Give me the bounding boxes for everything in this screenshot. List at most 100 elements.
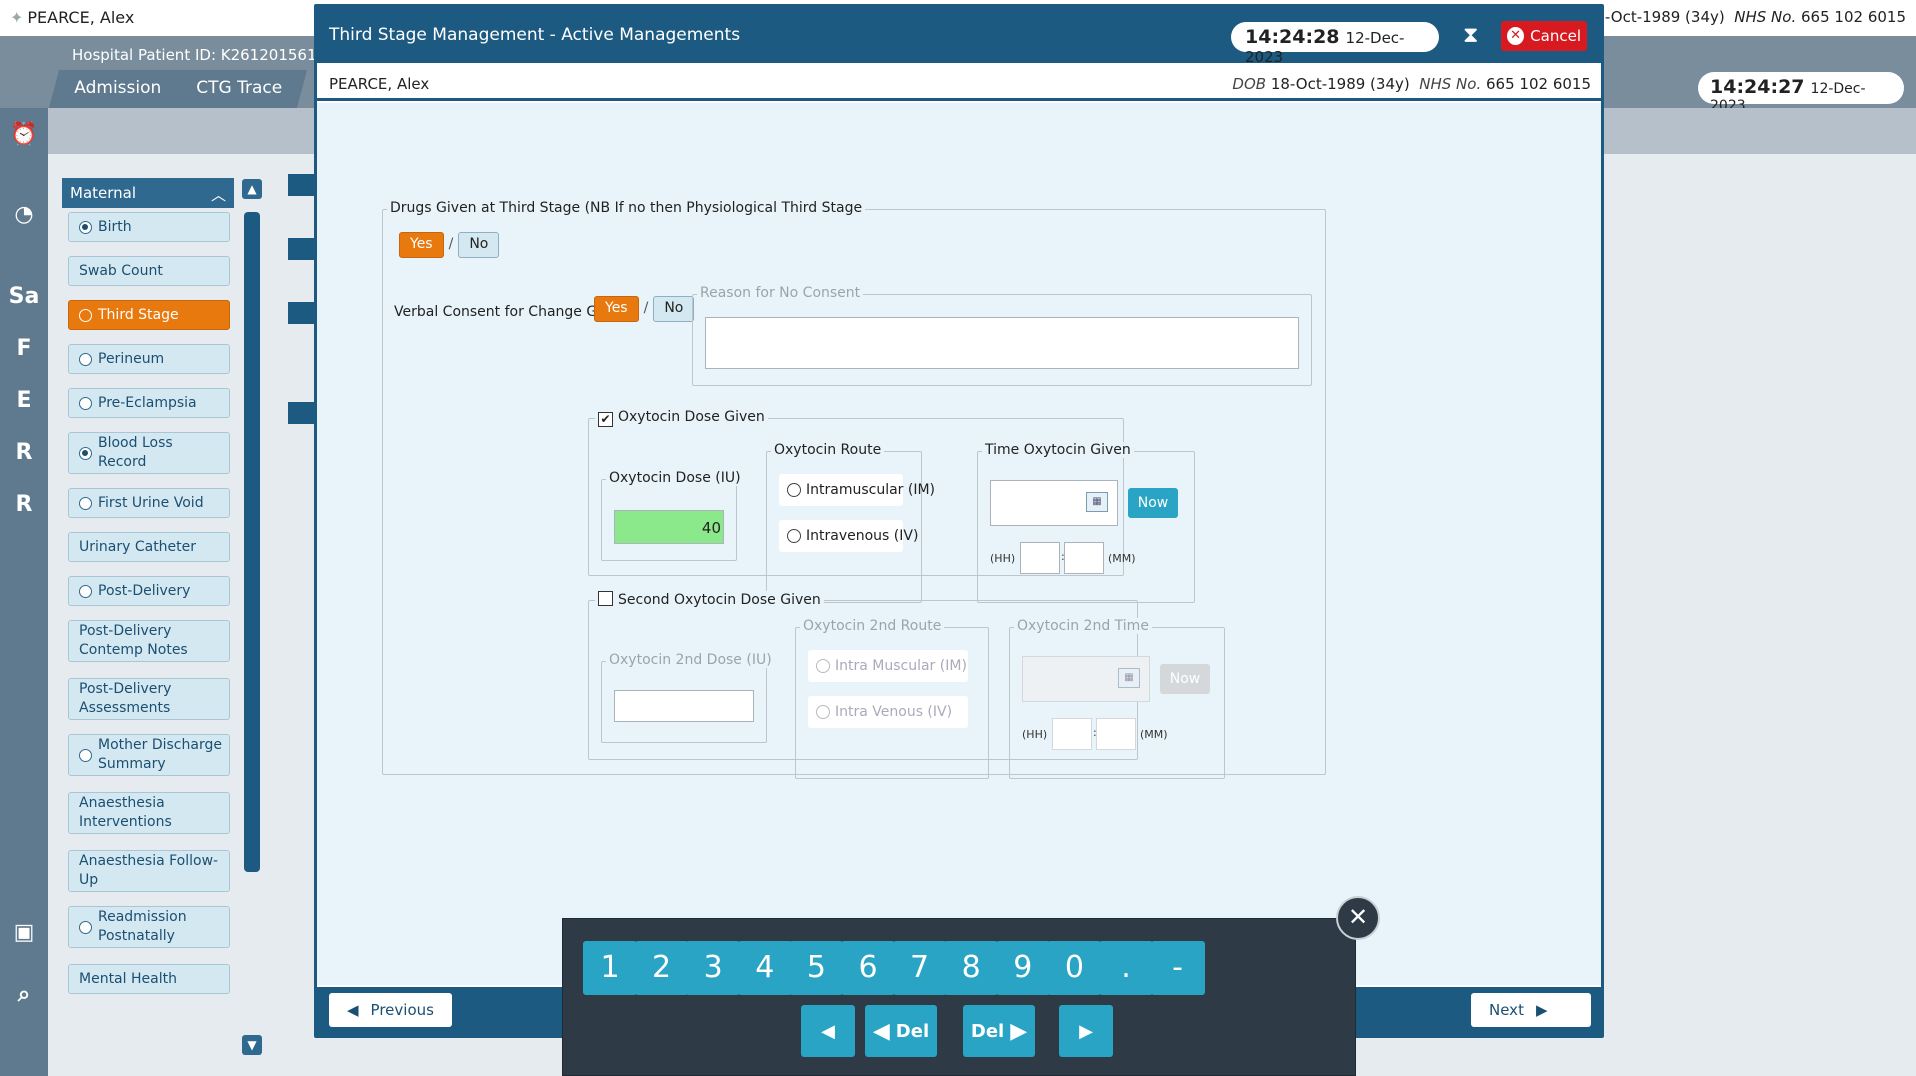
radio-2nd-iv[interactable]	[816, 705, 830, 719]
oxy-dose-input[interactable]: 40	[614, 510, 724, 544]
arrow-left-icon: ◀	[821, 1020, 835, 1042]
second-route-iv-option[interactable]: Intra Venous (IV)	[808, 696, 968, 728]
sidebar-header[interactable]: Maternal ︿	[62, 178, 234, 208]
reason-input[interactable]	[705, 317, 1299, 369]
cursor-right-key[interactable]: ▶	[1059, 1005, 1113, 1057]
oxy-minute-input[interactable]	[1064, 542, 1104, 574]
radio-2nd-im[interactable]	[816, 659, 830, 673]
key-9[interactable]: 9	[995, 941, 1050, 995]
delete-left-key[interactable]: ◀ Del	[865, 1005, 937, 1057]
sidebar-item-label: Third Stage	[98, 306, 179, 323]
rail-r1[interactable]: R	[0, 440, 48, 465]
key-4[interactable]: 4	[737, 941, 792, 995]
chevron-up-icon[interactable]: ︿	[211, 184, 226, 204]
sidebar-item-mother-discharge-summary[interactable]: Mother Discharge Summary	[68, 734, 230, 776]
sidebar-item-blood-loss-record[interactable]: Blood Loss Record	[68, 432, 230, 474]
previous-button[interactable]: ◀ Previous	[329, 993, 452, 1027]
second-oxytocin-checkbox[interactable]	[598, 591, 613, 606]
sidebar-item-anaesthesia-interventions[interactable]: Anaesthesia Interventions	[68, 792, 230, 834]
second-time-legend: Oxytocin 2nd Time	[1014, 618, 1152, 634]
scroll-down-button[interactable]: ▼	[242, 1035, 262, 1055]
oxytocin-checkbox[interactable]: ✔	[598, 412, 613, 427]
keypad-close-button[interactable]: ✕	[1336, 896, 1380, 940]
oxy-now-button[interactable]: Now	[1128, 488, 1178, 518]
modal-demographics: DOB 18-Oct-1989 (34y) NHS No. 665 102 60…	[1232, 75, 1591, 93]
scroll-up-button[interactable]: ▲	[242, 179, 262, 199]
modal-patient-name: PEARCE, Alex	[329, 75, 430, 93]
key-7[interactable]: 7	[892, 941, 947, 995]
key-5[interactable]: 5	[789, 941, 844, 995]
second-route-fieldset: Oxytocin 2nd Route Intra Muscular (IM) I…	[795, 618, 989, 779]
sidebar-item-post-delivery-contemp-notes[interactable]: Post-Delivery Contemp Notes	[68, 620, 230, 662]
key-6[interactable]: 6	[841, 941, 895, 995]
radio-im[interactable]	[787, 483, 801, 497]
close-icon: ✕	[1507, 27, 1525, 45]
oxy-hour-input[interactable]	[1020, 542, 1060, 574]
calendar-icon[interactable]: ▦	[1118, 668, 1140, 688]
key-0[interactable]: 0	[1047, 941, 1102, 995]
monitor-icon[interactable]: ▣	[0, 920, 48, 945]
tab-admission[interactable]: Admission	[48, 70, 187, 108]
second-time-fieldset: Oxytocin 2nd Time ▦ Now (HH) : (MM)	[1009, 618, 1225, 779]
second-dose-input[interactable]	[614, 690, 754, 722]
tab-ctg-trace[interactable]: CTG Trace	[170, 70, 308, 108]
second-minute-input[interactable]	[1096, 718, 1136, 750]
search-icon[interactable]: ⌕	[0, 982, 48, 1007]
status-radio	[79, 748, 92, 762]
key-dot[interactable]: .	[1099, 941, 1153, 995]
second-oxytocin-fieldset: Second Oxytocin Dose Given Oxytocin 2nd …	[588, 591, 1225, 779]
sidebar-item-perineum[interactable]: Perineum	[68, 344, 230, 374]
key-3[interactable]: 3	[686, 941, 741, 995]
second-route-im-option[interactable]: Intra Muscular (IM)	[808, 650, 968, 682]
key-minus[interactable]: -	[1150, 941, 1205, 995]
cursor-left-key[interactable]: ◀	[801, 1005, 855, 1057]
next-button[interactable]: Next ▶	[1471, 993, 1591, 1027]
dashboard-icon[interactable]: ◔	[0, 202, 48, 227]
delete-right-key[interactable]: Del ▶	[963, 1005, 1035, 1057]
sidebar-scrollbar[interactable]	[244, 212, 260, 872]
oxy-route-iv-option[interactable]: Intravenous (IV)	[779, 520, 918, 552]
rail-r2[interactable]: R	[0, 492, 48, 517]
patient-name: PEARCE, Alex	[27, 8, 135, 27]
drugs-no-button[interactable]: No	[458, 232, 500, 258]
arrow-right-icon: ▶	[1079, 1020, 1093, 1042]
oxy-route-im-option[interactable]: Intramuscular (IM)	[779, 474, 935, 506]
consent-yes-button[interactable]: Yes	[594, 296, 639, 322]
sidebar-item-post-delivery[interactable]: Post-Delivery	[68, 576, 230, 606]
key-1[interactable]: 1	[583, 941, 637, 995]
status-radio	[79, 584, 92, 598]
filter-icon[interactable]: ⧗	[1463, 23, 1478, 48]
consent-no-button[interactable]: No	[653, 296, 695, 322]
sidebar-item-birth[interactable]: Birth	[68, 212, 230, 242]
sidebar-item-pre-eclampsia[interactable]: Pre-Eclampsia	[68, 388, 230, 418]
sidebar-item-urinary-catheter[interactable]: Urinary Catheter	[68, 532, 230, 562]
second-now-button[interactable]: Now	[1160, 664, 1210, 694]
oxy-route-fieldset: Oxytocin Route Intramuscular (IM) Intrav…	[766, 442, 935, 603]
calendar-icon[interactable]: ▦	[1086, 492, 1108, 512]
modal-patient-bar: PEARCE, Alex DOB 18-Oct-1989 (34y) NHS N…	[317, 67, 1601, 101]
rail-f[interactable]: F	[0, 336, 48, 361]
key-8[interactable]: 8	[944, 941, 999, 995]
sidebar-item-label: Perineum	[98, 350, 165, 367]
status-radio	[79, 396, 92, 410]
sidebar-item-label: Anaesthesia Follow-Up	[79, 853, 219, 888]
second-dose-fieldset: Oxytocin 2nd Dose (IU)	[601, 652, 775, 743]
key-2[interactable]: 2	[634, 941, 689, 995]
cancel-button[interactable]: ✕ Cancel	[1501, 21, 1587, 51]
alarm-clock-icon[interactable]: ⏰	[0, 122, 48, 147]
rail-e[interactable]: E	[0, 388, 48, 413]
sidebar-item-post-delivery-assessments[interactable]: Post-Delivery Assessments	[68, 678, 230, 720]
drugs-yes-button[interactable]: Yes	[399, 232, 444, 258]
sidebar-item-third-stage[interactable]: Third Stage	[68, 300, 230, 330]
sidebar-item-readmission-postnatally[interactable]: Readmission Postnatally	[68, 906, 230, 948]
sidebar-item-label: Urinary Catheter	[79, 538, 197, 555]
sidebar-item-mental-health[interactable]: Mental Health	[68, 964, 230, 994]
sidebar-item-anaesthesia-follow-up[interactable]: Anaesthesia Follow-Up	[68, 850, 230, 892]
oxytocin-check-label: Oxytocin Dose Given	[618, 409, 765, 425]
sidebar-item-swab-count[interactable]: Swab Count	[68, 256, 230, 286]
rail-sa[interactable]: Sa	[0, 284, 48, 309]
modal-body: Drugs Given at Third Stage (NB If no the…	[317, 103, 1601, 985]
sidebar-item-first-urine-void[interactable]: First Urine Void	[68, 488, 230, 518]
second-hour-input[interactable]	[1052, 718, 1092, 750]
radio-iv[interactable]	[787, 529, 801, 543]
